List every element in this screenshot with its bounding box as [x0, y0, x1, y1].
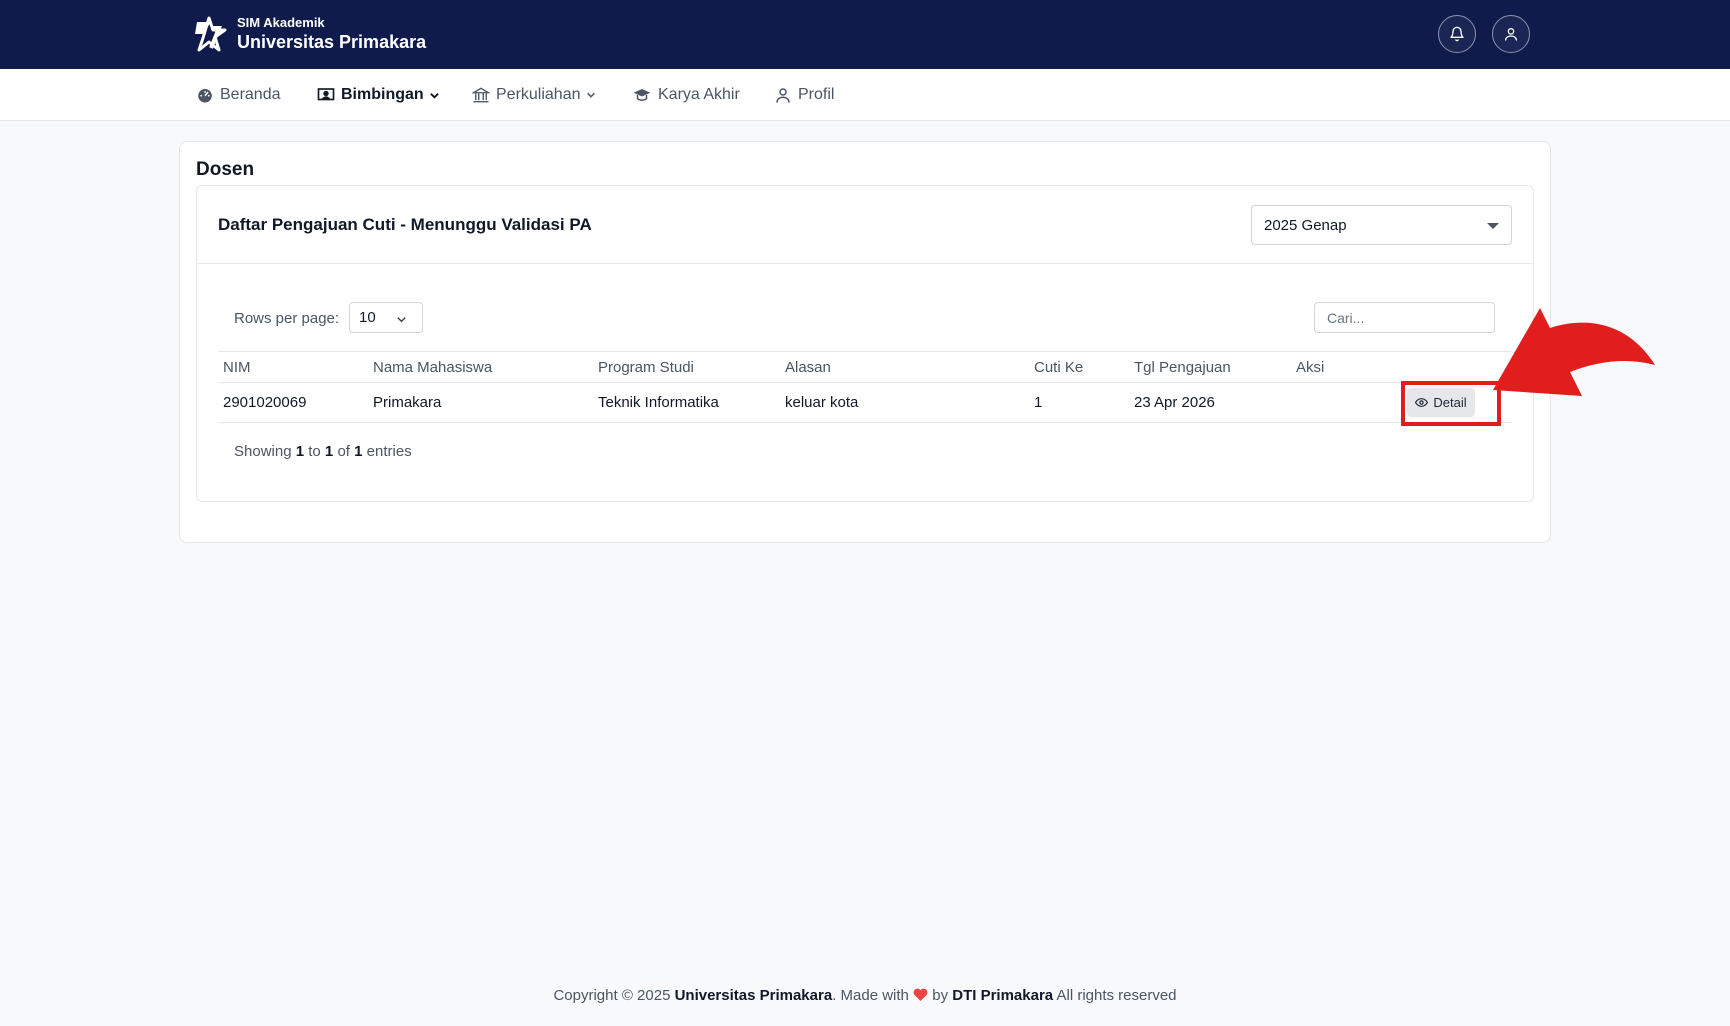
- semester-select[interactable]: 2025 Genap: [1251, 205, 1512, 245]
- presentation-icon: [317, 88, 335, 101]
- chevron-down-icon: [586, 92, 595, 98]
- footer: Copyright © 2025 Universitas Primakara. …: [0, 987, 1730, 1004]
- column-header-cuti-ke: Cuti Ke: [1034, 359, 1084, 376]
- graduation-cap-icon: [633, 89, 651, 101]
- brand-title: Universitas Primakara: [237, 32, 427, 52]
- nav-item-beranda[interactable]: Beranda: [196, 69, 281, 121]
- detail-button-label: Detail: [1433, 395, 1467, 410]
- user-menu-button[interactable]: [1492, 15, 1530, 53]
- footer-rights: All rights reserved: [1056, 987, 1177, 1004]
- brand-subtitle: SIM Akademik: [237, 15, 325, 30]
- table-row: 2901020069 Primakara Teknik Informatika …: [218, 381, 1511, 426]
- pagination-info: Showing 1 to 1 of 1 entries: [234, 443, 412, 460]
- info-prefix: Showing: [234, 443, 292, 460]
- column-header-prodi: Program Studi: [598, 359, 694, 376]
- footer-team: DTI Primakara: [952, 987, 1054, 1004]
- main-card: Dosen Daftar Pengajuan Cuti - Menunggu V…: [179, 141, 1551, 543]
- column-header-tgl: Tgl Pengajuan: [1134, 359, 1231, 376]
- info-total: 1: [354, 443, 363, 460]
- top-bar: SIM Akademik Universitas Primakara: [0, 0, 1730, 69]
- panel-title: Daftar Pengajuan Cuti - Menunggu Validas…: [218, 215, 592, 234]
- rows-per-page-select[interactable]: 10: [349, 302, 423, 333]
- info-to-word: to: [308, 443, 321, 460]
- bell-icon: [1450, 26, 1464, 42]
- eye-icon: [1415, 398, 1429, 407]
- caret-down-icon: [1487, 223, 1499, 229]
- rows-per-page-label: Rows per page:: [234, 310, 340, 327]
- cell-cuti-ke: 1: [1034, 394, 1043, 411]
- annotation-arrow-icon: [1493, 308, 1655, 396]
- chevron-down-icon: [397, 317, 406, 323]
- cell-nama: Primakara: [373, 394, 442, 411]
- user-icon: [776, 88, 790, 103]
- semester-value: 2025 Genap: [1264, 216, 1347, 234]
- brand-text: SIM Akademik Universitas Primakara: [237, 15, 426, 53]
- search-input[interactable]: [1314, 302, 1495, 333]
- leave-request-panel: Daftar Pengajuan Cuti - Menunggu Validas…: [196, 185, 1534, 502]
- page-title: Dosen: [196, 159, 255, 180]
- chevron-down-icon: [429, 92, 439, 99]
- footer-copyright: Copyright © 2025: [553, 987, 671, 1004]
- nav-label-bimbingan: Bimbingan: [341, 86, 424, 103]
- nav-label-beranda: Beranda: [220, 86, 281, 103]
- user-icon: [1505, 28, 1517, 41]
- rows-per-page-value: 10: [359, 309, 376, 326]
- leave-request-table: NIM Nama Mahasiswa Program Studi Alasan …: [218, 351, 1511, 426]
- nav-label-perkuliahan: Perkuliahan: [496, 86, 581, 103]
- info-suffix: entries: [366, 443, 412, 460]
- brand[interactable]: SIM Akademik Universitas Primakara: [189, 14, 426, 54]
- column-header-aksi: Aksi: [1296, 359, 1325, 376]
- footer-made-with: . Made with: [832, 987, 909, 1004]
- column-header-nama: Nama Mahasiswa: [373, 359, 493, 376]
- cell-prodi: Teknik Informatika: [598, 394, 719, 411]
- cell-tgl: 23 Apr 2026: [1134, 394, 1215, 411]
- main-nav: Beranda Bimbingan Perkuliahan Karya Akhi…: [0, 69, 1730, 121]
- footer-by: by: [932, 987, 949, 1004]
- building-icon: [472, 87, 490, 103]
- column-header-nim: NIM: [223, 359, 251, 376]
- panel-header: Daftar Pengajuan Cuti - Menunggu Validas…: [197, 186, 1533, 264]
- nav-item-profil[interactable]: Profil: [774, 69, 834, 121]
- nav-item-perkuliahan[interactable]: Perkuliahan: [472, 69, 596, 121]
- dashboard-icon: [198, 89, 212, 103]
- cell-alasan: keluar kota: [785, 394, 859, 411]
- info-to: 1: [324, 443, 334, 460]
- heart-icon: [913, 988, 928, 1001]
- primakara-logo-icon: [195, 16, 227, 52]
- cell-nim: 2901020069: [223, 394, 307, 411]
- footer-org: Universitas Primakara: [674, 987, 833, 1004]
- nav-label-profil: Profil: [798, 86, 835, 103]
- nav-item-bimbingan[interactable]: Bimbingan: [317, 69, 440, 121]
- info-from: 1: [295, 443, 305, 460]
- table-header: NIM Nama Mahasiswa Program Studi Alasan …: [218, 351, 1511, 383]
- notification-button[interactable]: [1438, 15, 1476, 53]
- detail-button[interactable]: Detail: [1407, 388, 1475, 417]
- nav-item-karya-akhir[interactable]: Karya Akhir: [632, 69, 740, 121]
- nav-label-karya-akhir: Karya Akhir: [658, 86, 740, 103]
- column-header-alasan: Alasan: [785, 359, 831, 376]
- info-of-word: of: [337, 443, 350, 460]
